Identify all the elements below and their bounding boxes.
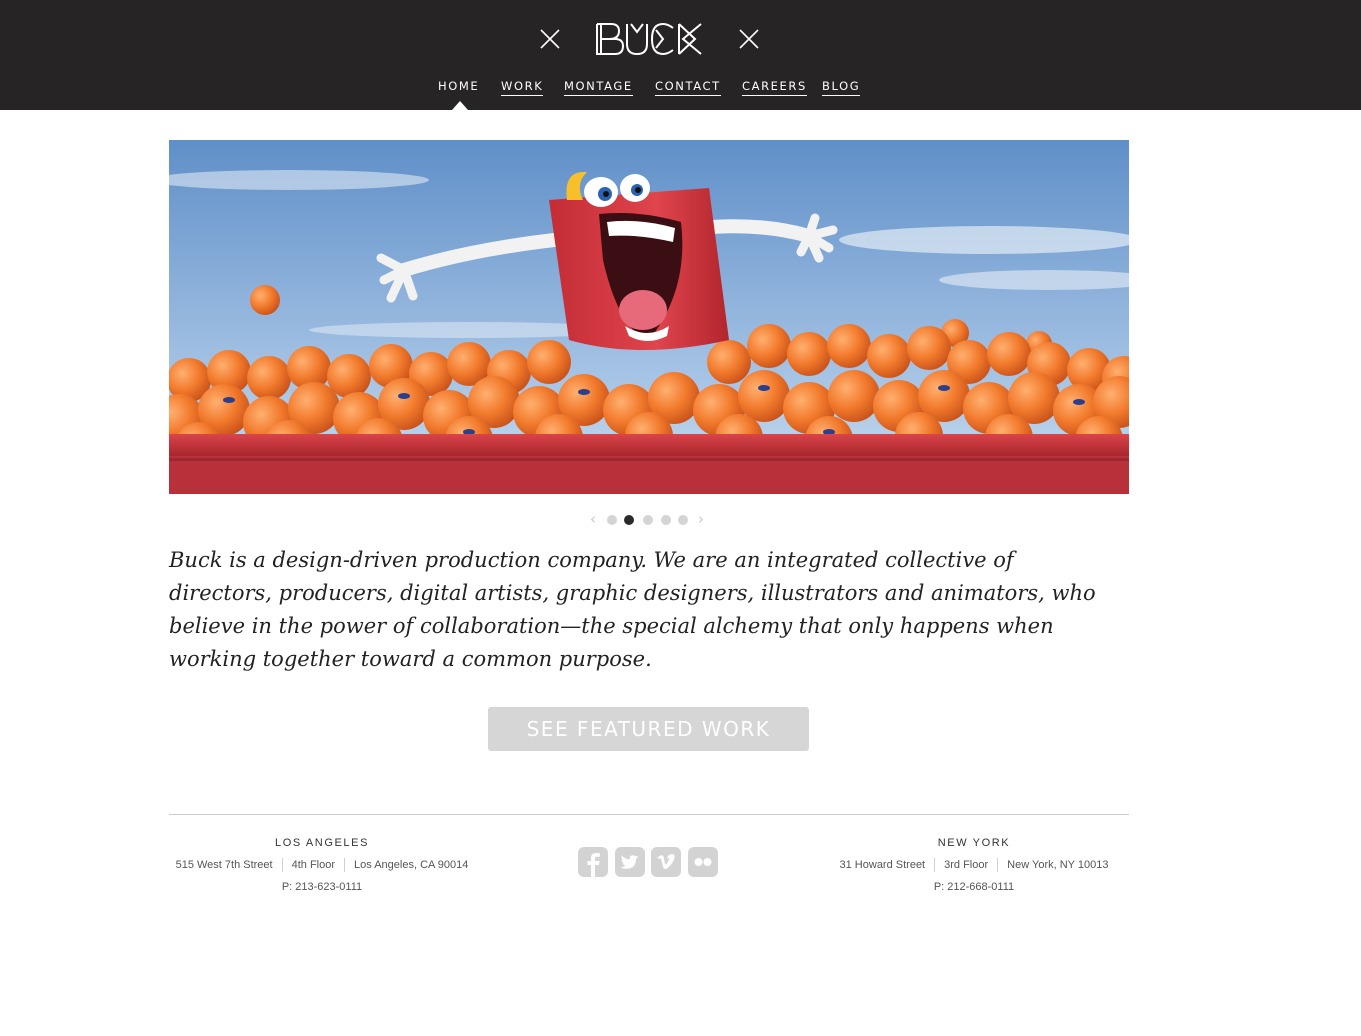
vimeo-icon[interactable] (651, 847, 681, 877)
site-header: HOME WORK MONTAGE CONTACT CAREERS BLOG (0, 0, 1361, 110)
slider-dot[interactable] (643, 515, 653, 525)
office-phone: P: 212-668-0111 (933, 881, 1015, 894)
nav-item-contact[interactable]: CONTACT (655, 78, 721, 96)
nav-item-home[interactable]: HOME (438, 78, 479, 96)
x-ornament-icon (539, 28, 561, 50)
address-separator (997, 858, 999, 873)
office-phone: P: 213-623-0111 (281, 881, 363, 894)
logo-row (0, 18, 1361, 58)
office-city: LOS ANGELES (274, 837, 370, 849)
slider-next-arrow[interactable]: › (698, 511, 704, 527)
nav-item-montage[interactable]: MONTAGE (564, 78, 633, 96)
office-address: 515 West 7th Street 4th Floor Los Angeles,… (162, 858, 482, 873)
office-floor: 3rd Floor (944, 859, 989, 871)
intro-text: Buck is a design-driven production compa… (169, 548, 1096, 671)
flickr-icon[interactable] (688, 847, 718, 877)
office-locality: New York, NY 10013 (1007, 859, 1109, 871)
social-links (578, 847, 720, 877)
office-address: 31 Howard Street 3rd Floor New York, NY 10… (814, 858, 1134, 873)
nav-item-work[interactable]: WORK (501, 78, 544, 96)
slider-dot[interactable] (678, 515, 688, 525)
slider-dot[interactable] (661, 515, 671, 525)
buck-logo[interactable] (595, 20, 705, 58)
office-street: 31 Howard Street (839, 859, 926, 871)
office-street: 515 West 7th Street (175, 859, 273, 871)
slider-dot[interactable] (607, 515, 617, 525)
hero-slide-image[interactable] (169, 140, 1129, 494)
x-ornament-icon (738, 28, 760, 50)
address-separator (281, 858, 283, 873)
main-nav: HOME WORK MONTAGE CONTACT CAREERS BLOG (0, 78, 1361, 100)
active-nav-indicator (452, 101, 468, 110)
office-los-angeles: LOS ANGELES 515 West 7th Street 4th Floor… (162, 836, 482, 894)
address-separator (934, 858, 936, 873)
office-new-york: NEW YORK 31 Howard Street 3rd Floor New Yo… (814, 836, 1134, 894)
slider-prev-arrow[interactable]: ‹ (590, 511, 596, 527)
office-locality: Los Angeles, CA 90014 (354, 859, 469, 871)
slider-pagination: ‹ › (588, 511, 713, 528)
office-floor: 4th Floor (291, 859, 336, 871)
facebook-icon[interactable] (578, 847, 608, 877)
nav-item-careers[interactable]: CAREERS (742, 78, 807, 96)
twitter-icon[interactable] (615, 847, 645, 877)
slider-dot-active[interactable] (624, 515, 634, 525)
address-separator (344, 858, 346, 873)
nav-item-blog[interactable]: BLOG (822, 78, 861, 96)
see-featured-work-button[interactable]: SEE FEATURED WORK (488, 707, 809, 751)
footer-divider (169, 814, 1129, 815)
office-city: NEW YORK (937, 837, 1011, 849)
